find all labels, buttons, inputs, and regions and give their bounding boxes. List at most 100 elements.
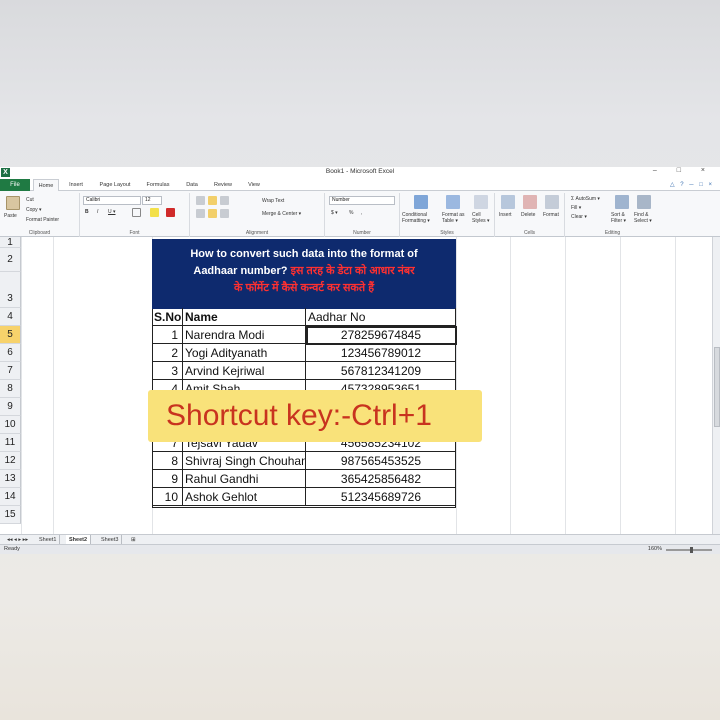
row-header[interactable]: 3 [0,272,21,308]
fill-color-icon[interactable] [150,208,159,217]
fill-button[interactable]: Fill ▾ [571,205,581,211]
sort-filter-button[interactable]: Sort & Filter ▾ [611,212,633,224]
zoom-slider[interactable] [666,549,712,551]
align-center-icon[interactable] [208,209,217,218]
row-header[interactable]: 6 [0,344,21,362]
table-header-cell[interactable]: S.No [152,308,183,326]
row-header[interactable]: 7 [0,362,21,380]
group-alignment: Wrap Text Merge & Center ▾ Alignment [190,193,325,237]
vertical-scrollbar[interactable] [712,237,720,537]
clear-button[interactable]: Clear ▾ [571,214,587,220]
delete-cells-icon[interactable] [523,195,537,209]
row-header[interactable]: 9 [0,398,21,416]
delete-button[interactable]: Delete [521,212,535,218]
align-right-icon[interactable] [220,209,229,218]
align-middle-icon[interactable] [208,196,217,205]
table-cell-name[interactable]: Rahul Gandhi [183,470,306,488]
row-header[interactable]: 12 [0,452,21,470]
table-header-cell[interactable]: Name [183,308,306,326]
font-name-select[interactable]: Calibri [83,196,141,205]
insert-cells-icon[interactable] [501,195,515,209]
row-header[interactable]: 13 [0,470,21,488]
row-header[interactable]: 11 [0,434,21,452]
paste-icon[interactable] [6,196,20,210]
format-table-icon[interactable] [446,195,460,209]
table-cell-aadhar[interactable]: 987565453525 [306,452,456,470]
format-painter-button[interactable]: Format Painter [26,217,59,223]
cut-button[interactable]: Cut [26,197,34,203]
tab-view[interactable]: View [242,179,266,191]
align-bottom-icon[interactable] [220,196,229,205]
ribbon: Paste Cut Copy ▾ Format Painter Clipboar… [0,191,720,237]
tab-file[interactable]: File [0,179,30,191]
number-format-select[interactable]: Number [329,196,395,205]
table-cell-aadhar[interactable]: 365425856482 [306,470,456,488]
table-cell-aadhar[interactable]: 123456789012 [306,344,456,362]
paste-button[interactable]: Paste [4,213,17,219]
row-header[interactable]: 2 [0,248,21,272]
tab-insert[interactable]: Insert [62,179,90,191]
align-left-icon[interactable] [196,209,205,218]
table-cell-name[interactable]: Yogi Adityanath [183,344,306,362]
table-header-cell[interactable]: Aadhar No [306,308,456,326]
copy-button[interactable]: Copy ▾ [26,207,42,213]
zoom-level[interactable]: 160% [648,546,662,552]
align-top-icon[interactable] [196,196,205,205]
row-header[interactable]: 14 [0,488,21,506]
row-header-selected[interactable]: 5 [0,326,21,344]
format-button[interactable]: Format [543,212,559,218]
font-color-icon[interactable] [166,208,175,217]
table-cell-sno[interactable]: 3 [152,362,183,380]
borders-icon[interactable] [132,208,141,217]
table-cell-sno[interactable]: 9 [152,470,183,488]
italic-button[interactable]: I [97,209,98,215]
table-cell-sno[interactable]: 10 [152,488,183,506]
percent-button[interactable]: % [349,210,353,216]
cell-styles-icon[interactable] [474,195,488,209]
table-cell-sno[interactable]: 2 [152,344,183,362]
group-styles: Conditional Formatting ▾ Format as Table… [400,193,495,237]
sort-filter-icon[interactable] [615,195,629,209]
conditional-formatting-icon[interactable] [414,195,428,209]
find-select-icon[interactable] [637,195,651,209]
row-header[interactable]: 15 [0,506,21,524]
font-size-select[interactable]: 12 [142,196,162,205]
help-icons[interactable]: △ ? ─ □ × [670,181,714,188]
gridline [21,237,22,537]
tab-data[interactable]: Data [180,179,204,191]
comma-button[interactable]: , [361,210,362,216]
tab-page-layout[interactable]: Page Layout [93,179,137,191]
cell-styles-button[interactable]: Cell Styles ▾ [472,212,494,224]
row-header[interactable]: 10 [0,416,21,434]
group-number: Number $ ▾ % , Number [325,193,400,237]
zoom-slider-thumb[interactable] [690,547,693,553]
table-cell-aadhar[interactable]: 567812341209 [306,362,456,380]
merge-center-button[interactable]: Merge & Center ▾ [262,211,301,217]
insert-button[interactable]: Insert [499,212,512,218]
table-cell-name[interactable]: Arvind Kejriwal [183,362,306,380]
bold-button[interactable]: B [85,209,89,215]
table-cell-aadhar[interactable]: 512345689726 [306,488,456,506]
underline-button[interactable]: U ▾ [108,209,116,215]
tab-review[interactable]: Review [208,179,238,191]
row-header[interactable]: 1 [0,237,21,248]
conditional-formatting-button[interactable]: Conditional Formatting ▾ [402,212,438,224]
table-cell-name[interactable]: Narendra Modi [183,326,306,344]
currency-button[interactable]: $ ▾ [331,210,338,216]
table-cell-name[interactable]: Ashok Gehlot [183,488,306,506]
format-table-button[interactable]: Format as Table ▾ [442,212,468,224]
number-label: Number [353,230,371,236]
window-controls[interactable]: – □ × [653,167,714,174]
table-cell-name[interactable]: Shivraj Singh Chouhan [183,452,306,470]
vertical-scroll-thumb[interactable] [714,347,720,427]
table-cell-sno[interactable]: 1 [152,326,183,344]
row-header[interactable]: 4 [0,308,21,326]
row-header[interactable]: 8 [0,380,21,398]
banner-line-2-hi: इस तरह के डेटा को आधार नंबर [287,265,415,277]
autosum-button[interactable]: Σ AutoSum ▾ [571,196,600,202]
wrap-text-button[interactable]: Wrap Text [262,198,284,204]
tab-formulas[interactable]: Formulas [140,179,176,191]
format-cells-icon[interactable] [545,195,559,209]
table-cell-sno[interactable]: 8 [152,452,183,470]
find-select-button[interactable]: Find & Select ▾ [634,212,658,224]
